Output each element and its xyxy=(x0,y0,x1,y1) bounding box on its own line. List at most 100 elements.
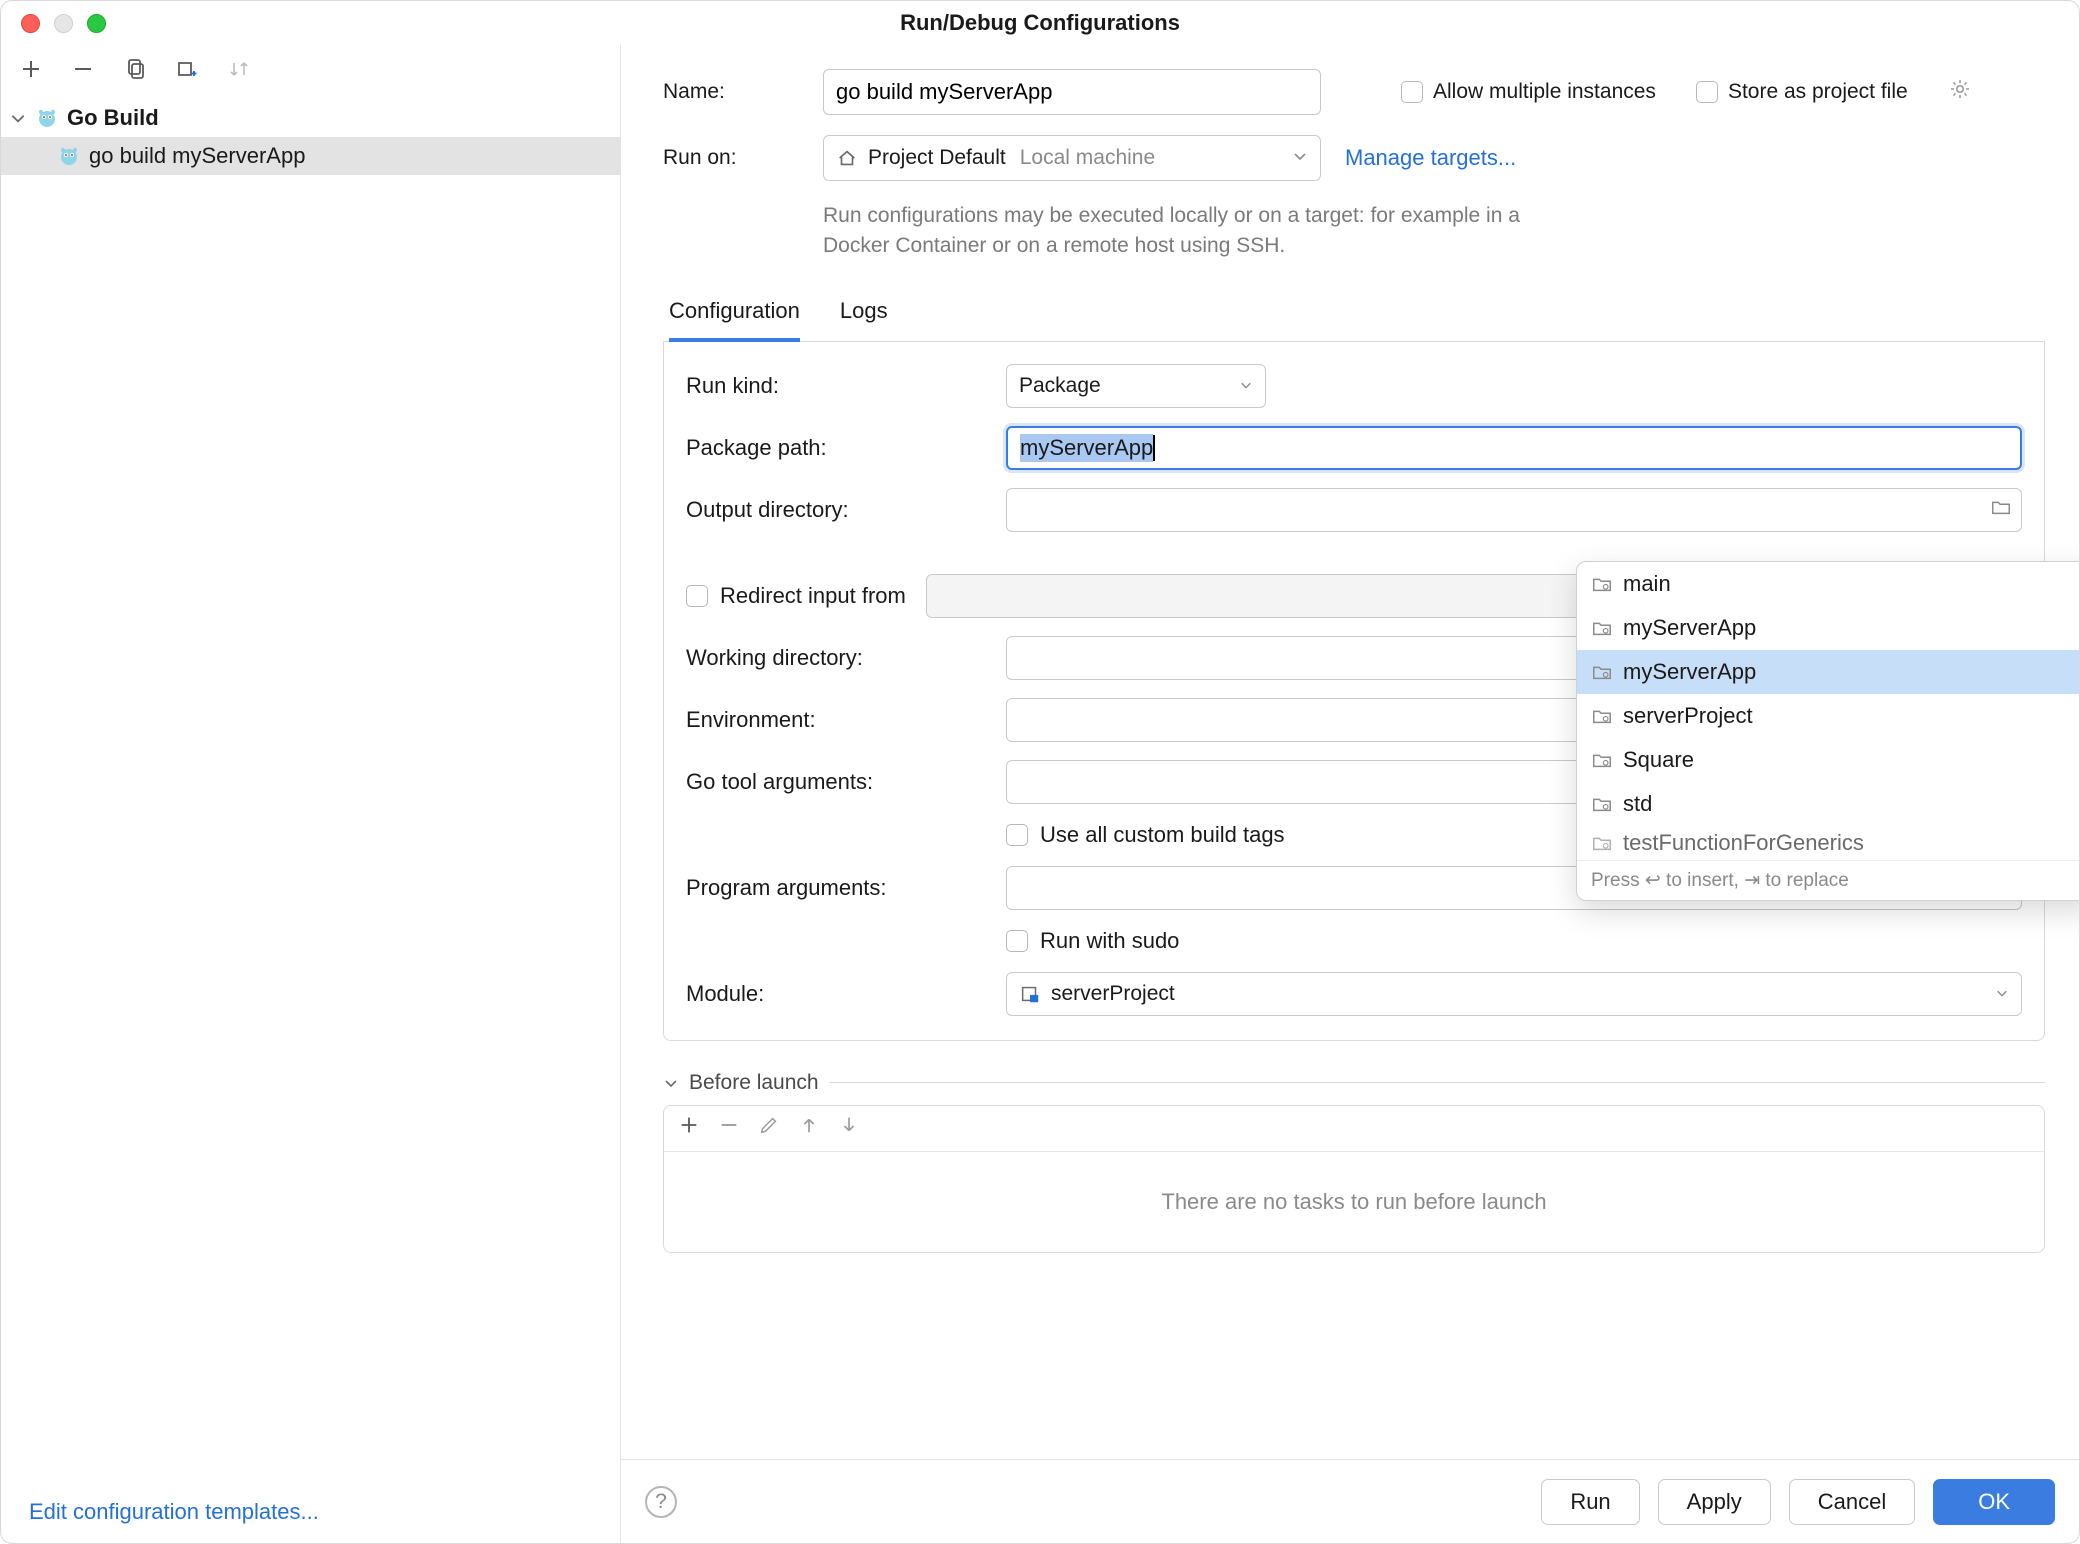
run-kind-select[interactable]: Package xyxy=(1006,364,1266,408)
store-as-project-label: Store as project file xyxy=(1728,80,1908,104)
tab-configuration[interactable]: Configuration xyxy=(669,286,800,342)
package-path-value: myServerApp xyxy=(1020,434,1153,462)
go-tool-args-label: Go tool arguments: xyxy=(686,769,1006,795)
package-icon xyxy=(1591,573,1613,595)
arrow-down-icon xyxy=(838,1114,860,1142)
add-icon[interactable] xyxy=(678,1114,700,1142)
minimize-window-button[interactable] xyxy=(54,14,73,33)
popup-item[interactable]: main xyxy=(1577,562,2079,606)
gear-icon[interactable] xyxy=(1948,77,1972,107)
checkbox-icon xyxy=(1401,81,1423,103)
run-on-hint: Local machine xyxy=(1020,146,1155,170)
manage-targets-link[interactable]: Manage targets... xyxy=(1345,145,1516,171)
package-path-input[interactable]: myServerApp xyxy=(1006,426,2022,470)
main: Name: Allow multiple instances Store as … xyxy=(621,45,2079,1543)
output-directory-label: Output directory: xyxy=(686,497,1006,523)
sort-icon[interactable] xyxy=(223,53,255,85)
dialog-footer: ? Run Apply Cancel OK xyxy=(621,1459,2079,1543)
chevron-down-icon[interactable] xyxy=(663,1075,679,1091)
go-gopher-icon xyxy=(35,106,59,130)
name-input[interactable] xyxy=(823,69,1321,115)
run-on-description: Run configurations may be executed local… xyxy=(823,201,1583,262)
run-on-row: Run on: Project Default Local machine Ma… xyxy=(663,135,2045,181)
before-launch-box: There are no tasks to run before launch xyxy=(663,1105,2045,1253)
add-icon[interactable] xyxy=(15,53,47,85)
working-directory-label: Working directory: xyxy=(686,645,1006,671)
popup-item[interactable]: std xyxy=(1577,782,2079,826)
chevron-down-icon xyxy=(9,109,27,127)
name-row: Name: Allow multiple instances Store as … xyxy=(663,69,2045,115)
popup-item[interactable]: Square xyxy=(1577,738,2079,782)
window: Run/Debug Configurations xyxy=(0,0,2080,1544)
copy-icon[interactable] xyxy=(119,53,151,85)
popup-item-label: main xyxy=(1623,571,1671,597)
sidebar: Go Build go build myServerApp Edit confi… xyxy=(1,45,621,1543)
window-title: Run/Debug Configurations xyxy=(900,10,1180,36)
home-icon xyxy=(836,147,858,169)
popup-item[interactable]: myServerApp xyxy=(1577,606,2079,650)
folder-icon[interactable] xyxy=(1990,496,2012,524)
popup-hint: Press ↩ to insert, ⇥ to replace xyxy=(1591,869,1849,892)
go-gopher-icon xyxy=(57,144,81,168)
before-launch-title: Before launch xyxy=(689,1071,819,1095)
before-launch-section: Before launch There are no tasks to run … xyxy=(663,1071,2045,1253)
use-all-tags-label: Use all custom build tags xyxy=(1040,822,1285,848)
run-kind-value: Package xyxy=(1019,374,1101,398)
sidebar-toolbar xyxy=(1,45,620,93)
package-icon xyxy=(1591,793,1613,815)
tree-group-go-build[interactable]: Go Build xyxy=(1,99,620,137)
popup-item-label: serverProject xyxy=(1623,703,1753,729)
tabs: Configuration Logs xyxy=(663,286,2045,342)
remove-icon xyxy=(718,1114,740,1142)
maximize-window-button[interactable] xyxy=(87,14,106,33)
cancel-button[interactable]: Cancel xyxy=(1789,1479,1915,1525)
content: Name: Allow multiple instances Store as … xyxy=(621,45,2079,1459)
run-with-sudo-checkbox[interactable] xyxy=(1006,930,1028,952)
run-on-label: Run on: xyxy=(663,146,823,170)
popup-item[interactable]: testFunctionForGenerics xyxy=(1577,826,2079,860)
popup-item-label: myServerApp xyxy=(1623,659,1756,685)
run-kind-row: Run kind: Package xyxy=(686,364,2022,408)
run-on-select[interactable]: Project Default Local machine xyxy=(823,135,1321,181)
allow-multiple-label: Allow multiple instances xyxy=(1433,80,1656,104)
save-config-icon[interactable] xyxy=(171,53,203,85)
package-icon xyxy=(1591,617,1613,639)
edit-icon xyxy=(758,1114,780,1142)
run-with-sudo-label: Run with sudo xyxy=(1040,928,1179,954)
popup-item-selected[interactable]: myServerApp xyxy=(1577,650,2079,694)
close-window-button[interactable] xyxy=(21,14,40,33)
popup-item[interactable]: serverProject xyxy=(1577,694,2079,738)
package-icon xyxy=(1591,661,1613,683)
package-icon xyxy=(1591,705,1613,727)
redirect-input-checkbox[interactable] xyxy=(686,585,708,607)
package-path-label: Package path: xyxy=(686,435,1006,461)
store-as-project-checkbox[interactable]: Store as project file xyxy=(1696,80,1908,104)
ok-button[interactable]: OK xyxy=(1933,1479,2055,1525)
output-directory-row: Output directory: xyxy=(686,488,2022,532)
edit-templates-link[interactable]: Edit configuration templates... xyxy=(29,1499,319,1524)
allow-multiple-checkbox[interactable]: Allow multiple instances xyxy=(1401,80,1656,104)
apply-button[interactable]: Apply xyxy=(1658,1479,1771,1525)
popup-item-label: myServerApp xyxy=(1623,615,1756,641)
package-path-row: Package path: myServerApp xyxy=(686,426,2022,470)
config-tree: Go Build go build myServerApp xyxy=(1,93,620,175)
package-icon xyxy=(1591,832,1613,854)
chevron-down-icon xyxy=(1239,374,1253,398)
program-args-label: Program arguments: xyxy=(686,875,1006,901)
output-directory-input[interactable] xyxy=(1006,488,2022,532)
tree-item-go-build-myserverapp[interactable]: go build myServerApp xyxy=(1,137,620,175)
sidebar-footer: Edit configuration templates... xyxy=(1,1481,620,1543)
before-launch-toolbar xyxy=(664,1106,2044,1152)
arrow-up-icon xyxy=(798,1114,820,1142)
chevron-down-icon xyxy=(1292,146,1308,170)
completion-popup: main myServerApp myServerApp serverProje… xyxy=(1576,561,2079,901)
header-checks: Allow multiple instances Store as projec… xyxy=(1401,77,1972,107)
tab-logs[interactable]: Logs xyxy=(840,286,888,341)
run-button[interactable]: Run xyxy=(1541,1479,1639,1525)
help-icon[interactable]: ? xyxy=(645,1486,677,1518)
use-all-tags-checkbox[interactable] xyxy=(1006,824,1028,846)
module-select[interactable]: serverProject xyxy=(1006,972,2022,1016)
remove-icon[interactable] xyxy=(67,53,99,85)
module-icon xyxy=(1019,983,1041,1005)
body: Go Build go build myServerApp Edit confi… xyxy=(1,45,2079,1543)
